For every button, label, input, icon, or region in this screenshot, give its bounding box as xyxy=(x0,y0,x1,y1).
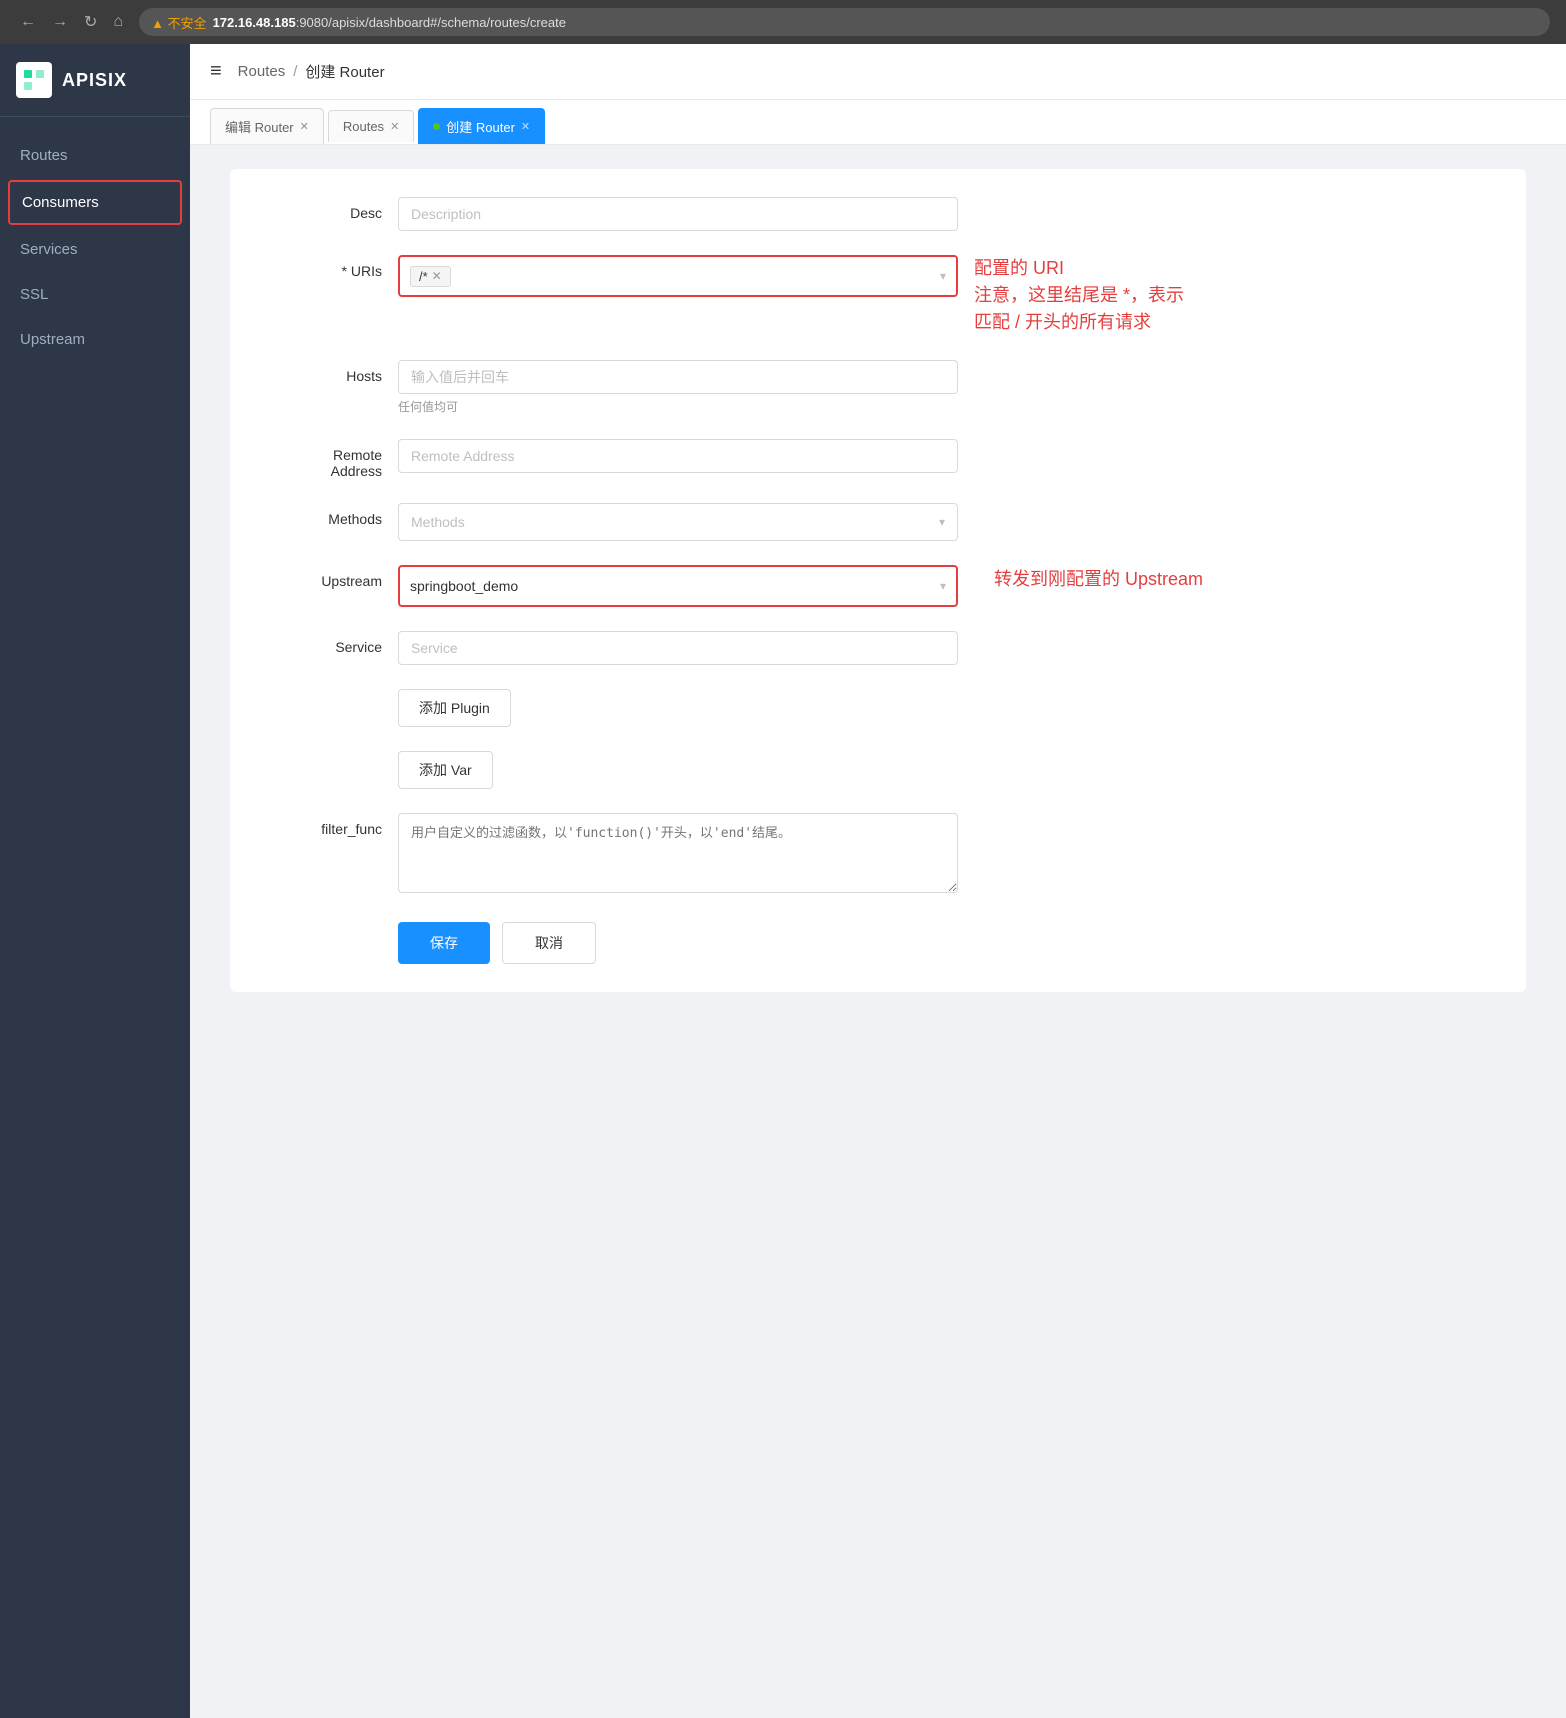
top-bar: ≡ Routes / 创建 Router xyxy=(190,44,1566,100)
sidebar: APISIX Routes Consumers Services SSL Ups… xyxy=(0,44,190,1718)
plugin-label-spacer xyxy=(262,689,382,697)
tab-edit-router[interactable]: 编辑 Router ✕ xyxy=(210,108,324,144)
security-warning-icon: ▲ 不安全 xyxy=(151,13,206,32)
service-control xyxy=(398,631,958,665)
uris-control: /* ✕ ▾ xyxy=(398,255,958,297)
upstream-row: Upstream springboot_demo ▾ 转发到刚配置的 Upstr… xyxy=(262,565,1494,607)
methods-label: Methods xyxy=(262,503,382,527)
plugin-control: 添加 Plugin xyxy=(398,689,958,727)
hosts-label: Hosts xyxy=(262,360,382,384)
cancel-button[interactable]: 取消 xyxy=(502,922,596,964)
filter-func-label: filter_func xyxy=(262,813,382,837)
form-area: Desc * URIs /* ✕ ▾ xyxy=(190,145,1566,1718)
main-content: ≡ Routes / 创建 Router 编辑 Router ✕ Routes … xyxy=(190,44,1566,1718)
browser-chrome: ← → ↻ ⌂ ▲ 不安全 172.16.48.185:9080/apisix/… xyxy=(0,0,1566,44)
nav-buttons: ← → ↻ ⌂ xyxy=(16,8,127,36)
service-input[interactable] xyxy=(398,631,958,665)
back-button[interactable]: ← xyxy=(16,9,40,35)
uris-row: * URIs /* ✕ ▾ 配置的 URI 注意，这里结尾是 *，表示 xyxy=(262,255,1494,336)
methods-select[interactable]: Methods ▾ xyxy=(398,503,958,541)
uris-label: * URIs xyxy=(262,255,382,279)
remote-address-row: Remote Address xyxy=(262,439,1494,479)
upstream-select[interactable]: springboot_demo ▾ xyxy=(398,565,958,607)
tabs-bar: 编辑 Router ✕ Routes ✕ 创建 Router ✕ xyxy=(190,100,1566,145)
breadcrumb: Routes / 创建 Router xyxy=(238,61,385,82)
desc-label: Desc xyxy=(262,197,382,221)
logo-icon xyxy=(16,62,52,98)
forward-button[interactable]: → xyxy=(48,9,72,35)
breadcrumb-current: 创建 Router xyxy=(305,61,384,82)
sidebar-item-routes[interactable]: Routes xyxy=(0,133,190,178)
breadcrumb-separator: / xyxy=(293,63,297,80)
logo-text: APISIX xyxy=(62,70,127,91)
var-label-spacer xyxy=(262,751,382,759)
save-button[interactable]: 保存 xyxy=(398,922,490,964)
uris-annotation: 配置的 URI 注意，这里结尾是 *，表示 匹配 / 开头的所有请求 xyxy=(974,255,1184,336)
var-row: 添加 Var xyxy=(262,751,1494,789)
address-bar[interactable]: ▲ 不安全 172.16.48.185:9080/apisix/dashboar… xyxy=(139,8,1550,36)
uris-dropdown-arrow: ▾ xyxy=(940,269,946,283)
tab-routes[interactable]: Routes ✕ xyxy=(328,110,414,142)
tab-create-router[interactable]: 创建 Router ✕ xyxy=(418,108,545,144)
hosts-input[interactable] xyxy=(398,360,958,394)
uri-tag-close[interactable]: ✕ xyxy=(432,269,442,283)
filter-func-row: filter_func xyxy=(262,813,1494,898)
hosts-row: Hosts 任何值均可 xyxy=(262,360,1494,415)
tab-active-dot xyxy=(433,123,440,130)
sidebar-navigation: Routes Consumers Services SSL Upstream xyxy=(0,117,190,378)
breadcrumb-root: Routes xyxy=(238,63,286,80)
sidebar-item-services[interactable]: Services xyxy=(0,227,190,272)
url-display: 172.16.48.185:9080/apisix/dashboard#/sch… xyxy=(213,15,566,30)
tab-close-routes[interactable]: ✕ xyxy=(390,120,399,133)
add-var-button[interactable]: 添加 Var xyxy=(398,751,493,789)
reload-button[interactable]: ↻ xyxy=(80,8,101,36)
filter-func-control xyxy=(398,813,958,898)
uri-tag: /* ✕ xyxy=(410,266,451,287)
upstream-annotation: 转发到刚配置的 Upstream xyxy=(994,565,1203,591)
sidebar-item-upstream[interactable]: Upstream xyxy=(0,317,190,362)
sidebar-logo: APISIX xyxy=(0,44,190,117)
service-label: Service xyxy=(262,631,382,655)
sidebar-item-ssl[interactable]: SSL xyxy=(0,272,190,317)
tab-close-create-router[interactable]: ✕ xyxy=(521,120,530,133)
methods-dropdown-arrow: ▾ xyxy=(939,515,945,529)
service-row: Service xyxy=(262,631,1494,665)
remote-address-label: Remote Address xyxy=(262,439,382,479)
upstream-label: Upstream xyxy=(262,565,382,589)
form-section: Desc * URIs /* ✕ ▾ xyxy=(230,169,1526,992)
sidebar-item-consumers[interactable]: Consumers xyxy=(8,180,182,225)
upstream-control: springboot_demo ▾ xyxy=(398,565,958,607)
form-actions: 保存 取消 xyxy=(262,922,1494,964)
app-layout: APISIX Routes Consumers Services SSL Ups… xyxy=(0,44,1566,1718)
desc-row: Desc xyxy=(262,197,1494,231)
upstream-dropdown-arrow: ▾ xyxy=(940,579,946,593)
remote-address-input[interactable] xyxy=(398,439,958,473)
hosts-helper: 任何值均可 xyxy=(398,398,958,415)
hosts-control: 任何值均可 xyxy=(398,360,958,415)
desc-input[interactable] xyxy=(398,197,958,231)
remote-address-control xyxy=(398,439,958,473)
hamburger-icon[interactable]: ≡ xyxy=(210,60,222,83)
home-button[interactable]: ⌂ xyxy=(109,9,127,35)
filter-func-textarea[interactable] xyxy=(398,813,958,893)
var-control: 添加 Var xyxy=(398,751,958,789)
tab-close-edit-router[interactable]: ✕ xyxy=(300,120,309,133)
add-plugin-button[interactable]: 添加 Plugin xyxy=(398,689,511,727)
uris-input-box[interactable]: /* ✕ ▾ xyxy=(398,255,958,297)
methods-control: Methods ▾ xyxy=(398,503,958,541)
plugin-row: 添加 Plugin xyxy=(262,689,1494,727)
desc-control xyxy=(398,197,958,231)
methods-row: Methods Methods ▾ xyxy=(262,503,1494,541)
